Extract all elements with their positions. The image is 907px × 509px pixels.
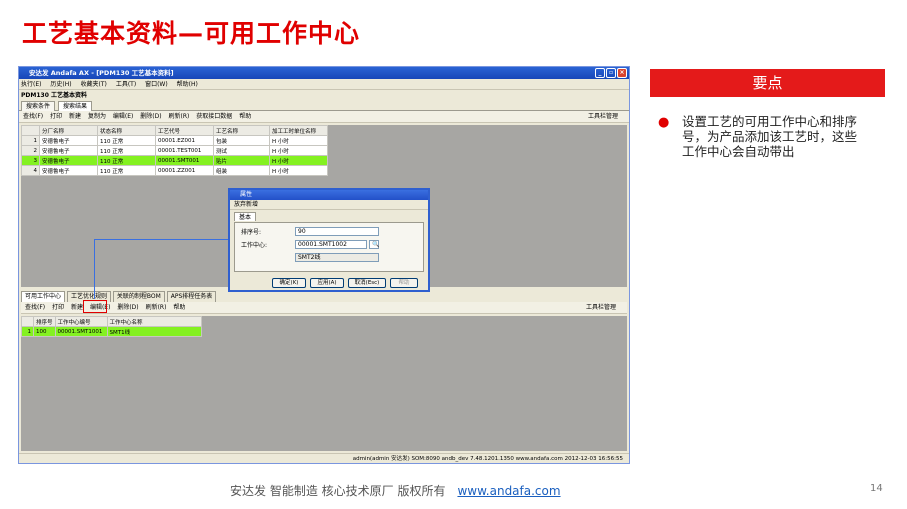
note-header: 要点 xyxy=(650,69,885,97)
col-header[interactable]: 工艺代号 xyxy=(155,125,214,136)
order-input[interactable]: 90 xyxy=(295,227,379,236)
properties-dialog: 属性 放弃新增 基本 排序号: 90 工作中心: 00001.SMT1002 🔍… xyxy=(228,188,430,292)
window-titlebar: 安达发 Andafa AX - [PDM130 工艺基本资料] _ ▫ × xyxy=(19,67,629,79)
window-title: 安达发 Andafa AX - [PDM130 工艺基本资料] xyxy=(29,69,174,77)
work-center-grid: 排序号 工作中心编号 工作中心名称 1 100 00001.SMT1001 SM… xyxy=(21,316,627,451)
col-header[interactable]: 工作中心编号 xyxy=(54,316,108,327)
lookup-icon[interactable]: 🔍 xyxy=(369,240,379,249)
ok-button[interactable]: 确定(K) xyxy=(272,278,306,288)
toolbar-manage-button[interactable]: 工具栏管理 xyxy=(588,111,618,123)
work-center-label: 工作中心: xyxy=(241,242,268,249)
table-row[interactable]: 2 安德鲁电子 110 正常 00001.TEST001 测试 H 小时 xyxy=(21,145,328,156)
search-tabs: 搜索条件 搜索结果 xyxy=(19,101,629,111)
col-header[interactable]: 工作中心名称 xyxy=(106,316,202,327)
footer: 安达发 智能制造 核心技术原厂 版权所有 www.andafa.com xyxy=(230,482,561,499)
app-window: 安达发 Andafa AX - [PDM130 工艺基本资料] _ ▫ × 执行… xyxy=(18,66,630,464)
apply-button[interactable]: 应用(A) xyxy=(310,278,344,288)
find-button[interactable]: 查找(F) xyxy=(23,113,43,120)
find-button[interactable]: 查找(F) xyxy=(25,304,45,311)
discard-new-button[interactable]: 放弃新增 xyxy=(230,200,428,210)
tab-search-conditions[interactable]: 搜索条件 xyxy=(21,101,56,111)
main-toolbar: 查找(F) 打印 新建 复制为 编辑(E) 删除(D) 刷新(R) 获取接口数据… xyxy=(19,111,629,123)
menu-favorites[interactable]: 收藏夹(T) xyxy=(81,81,107,88)
slide: 工艺基本资料—可用工作中心 安达发 Andafa AX - [PDM130 工艺… xyxy=(0,0,907,509)
note-bullet: ● 设置工艺的可用工作中心和排序号，为产品添加该工艺时，这些工作中心会自动带出 xyxy=(658,114,868,159)
footer-link[interactable]: www.andafa.com xyxy=(457,484,560,498)
callout-line xyxy=(94,239,229,299)
help-button[interactable]: 帮助 xyxy=(239,113,251,120)
print-button[interactable]: 打印 xyxy=(52,304,64,311)
edit-button[interactable]: 编辑(E) xyxy=(113,113,133,120)
tab-search-results[interactable]: 搜索结果 xyxy=(57,101,92,111)
col-header[interactable]: 工艺名称 xyxy=(213,125,270,136)
dialog-body: 排序号: 90 工作中心: 00001.SMT1002 🔍 SMT2线 xyxy=(234,222,424,272)
delete-button[interactable]: 删除(D) xyxy=(117,304,138,311)
minimize-icon[interactable]: _ xyxy=(595,68,605,78)
restore-icon[interactable]: ▫ xyxy=(606,68,616,78)
refresh-button[interactable]: 刷新(R) xyxy=(169,113,190,120)
new-button[interactable]: 新建 xyxy=(69,113,81,120)
table-row[interactable]: 4 安德鲁电子 110 正常 00001.ZZ001 组装 H 小时 xyxy=(21,165,328,176)
bullet-icon: ● xyxy=(658,115,670,130)
delete-button[interactable]: 删除(D) xyxy=(140,113,161,120)
doc-label[interactable]: PDM130 工艺基本资料 xyxy=(19,90,629,101)
slide-title: 工艺基本资料—可用工作中心 xyxy=(22,19,361,48)
menu-execute[interactable]: 执行(E) xyxy=(21,81,41,88)
col-header[interactable]: 加工工时单位名称 xyxy=(269,125,328,136)
new-button[interactable]: 新建 xyxy=(71,304,83,311)
status-bar: admin(admin 安达发) SOM:8090 andb_dev 7.48.… xyxy=(19,453,629,463)
menu-tools[interactable]: 工具(T) xyxy=(116,81,136,88)
order-label: 排序号: xyxy=(241,229,262,236)
get-interface-data-button[interactable]: 获取接口数据 xyxy=(196,113,232,120)
dialog-help-button[interactable]: 帮助 xyxy=(390,278,418,288)
work-center-name: SMT2线 xyxy=(295,253,379,262)
menu-window[interactable]: 窗口(W) xyxy=(145,81,168,88)
help-button[interactable]: 帮助 xyxy=(173,304,185,311)
close-icon[interactable]: × xyxy=(617,68,627,78)
print-button[interactable]: 打印 xyxy=(50,113,62,120)
work-center-input[interactable]: 00001.SMT1002 xyxy=(295,240,367,249)
menu-help[interactable]: 帮助(H) xyxy=(177,81,198,88)
col-header[interactable]: 状态名称 xyxy=(97,125,156,136)
toolbar-manage-button[interactable]: 工具栏管理 xyxy=(586,302,616,314)
cancel-button[interactable]: 取消(Esc) xyxy=(348,278,386,288)
dialog-title: 属性 xyxy=(230,190,428,200)
menu-history[interactable]: 历史(H) xyxy=(50,81,71,88)
copy-as-button[interactable]: 复制为 xyxy=(88,113,106,120)
table-row[interactable]: 1 100 00001.SMT1001 SMT1线 xyxy=(21,326,202,337)
tab-basic[interactable]: 基本 xyxy=(234,212,257,221)
col-header[interactable]: 排序号 xyxy=(33,316,56,327)
page-number: 14 xyxy=(870,483,883,494)
col-header[interactable]: 分厂名称 xyxy=(39,125,98,136)
bottom-toolbar: 查找(F) 打印 新建 编辑(E) 删除(D) 刷新(R) 帮助 工具栏管理 xyxy=(21,302,627,314)
table-row[interactable]: 1 安德鲁电子 110 正常 00001.EZ001 包装 H 小时 xyxy=(21,135,328,146)
bullet-text: 设置工艺的可用工作中心和排序号，为产品添加该工艺时，这些工作中心会自动带出 xyxy=(682,114,858,159)
highlight-new-button xyxy=(83,300,107,313)
table-row[interactable]: 3 安德鲁电子 110 正常 00001.SMT001 贴片 H 小时 xyxy=(21,155,328,166)
footer-text: 安达发 智能制造 核心技术原厂 版权所有 xyxy=(230,484,446,498)
refresh-button[interactable]: 刷新(R) xyxy=(146,304,167,311)
menubar: 执行(E) 历史(H) 收藏夹(T) 工具(T) 窗口(W) 帮助(H) xyxy=(19,79,629,90)
